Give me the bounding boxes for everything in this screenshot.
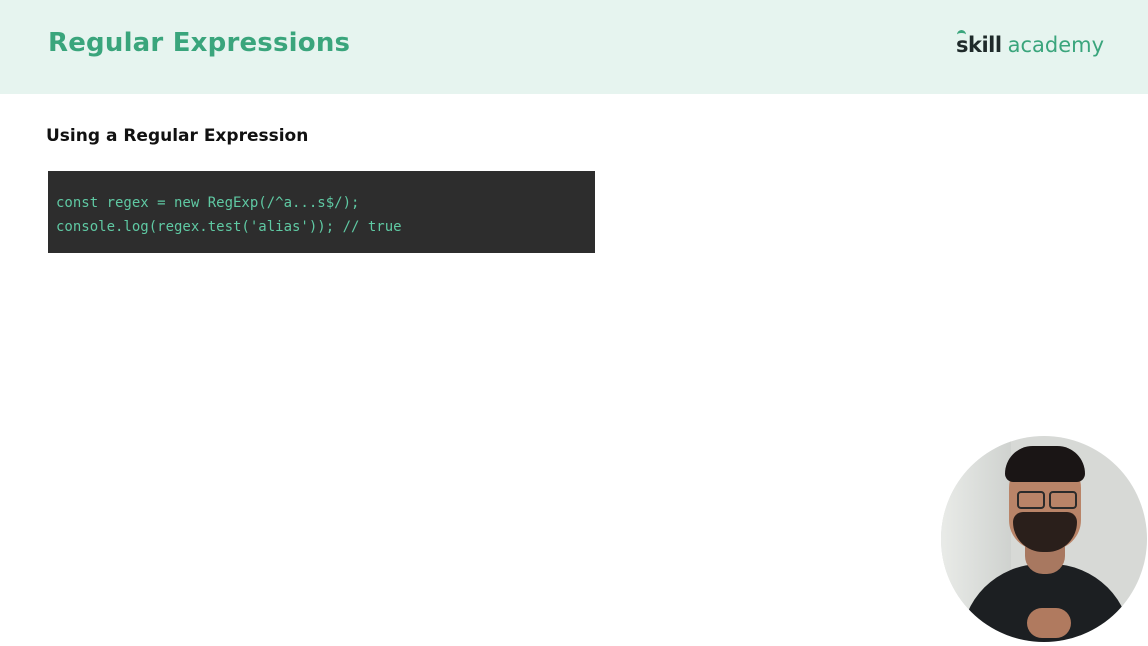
brand-logo-academy: academy bbox=[1007, 33, 1104, 57]
glasses-icon bbox=[1017, 491, 1045, 509]
page-title: Regular Expressions bbox=[48, 28, 351, 58]
presenter-hair bbox=[1005, 446, 1085, 482]
slide: Regular Expressions skill academy Using … bbox=[0, 0, 1148, 646]
brand-logo: skill academy bbox=[956, 30, 1104, 57]
presenter-beard bbox=[1013, 512, 1077, 552]
slide-header: Regular Expressions skill academy bbox=[0, 0, 1148, 94]
code-line: const regex = new RegExp(/^a...s$/); bbox=[56, 195, 360, 211]
brand-logo-skill: skill bbox=[956, 30, 1002, 57]
glasses-icon bbox=[1049, 491, 1077, 509]
section-heading: Using a Regular Expression bbox=[46, 126, 309, 146]
presenter-webcam bbox=[941, 436, 1147, 642]
code-block: const regex = new RegExp(/^a...s$/); con… bbox=[48, 171, 595, 253]
presenter-hand bbox=[1027, 608, 1071, 638]
code-line: console.log(regex.test('alias')); // tru… bbox=[56, 219, 402, 235]
